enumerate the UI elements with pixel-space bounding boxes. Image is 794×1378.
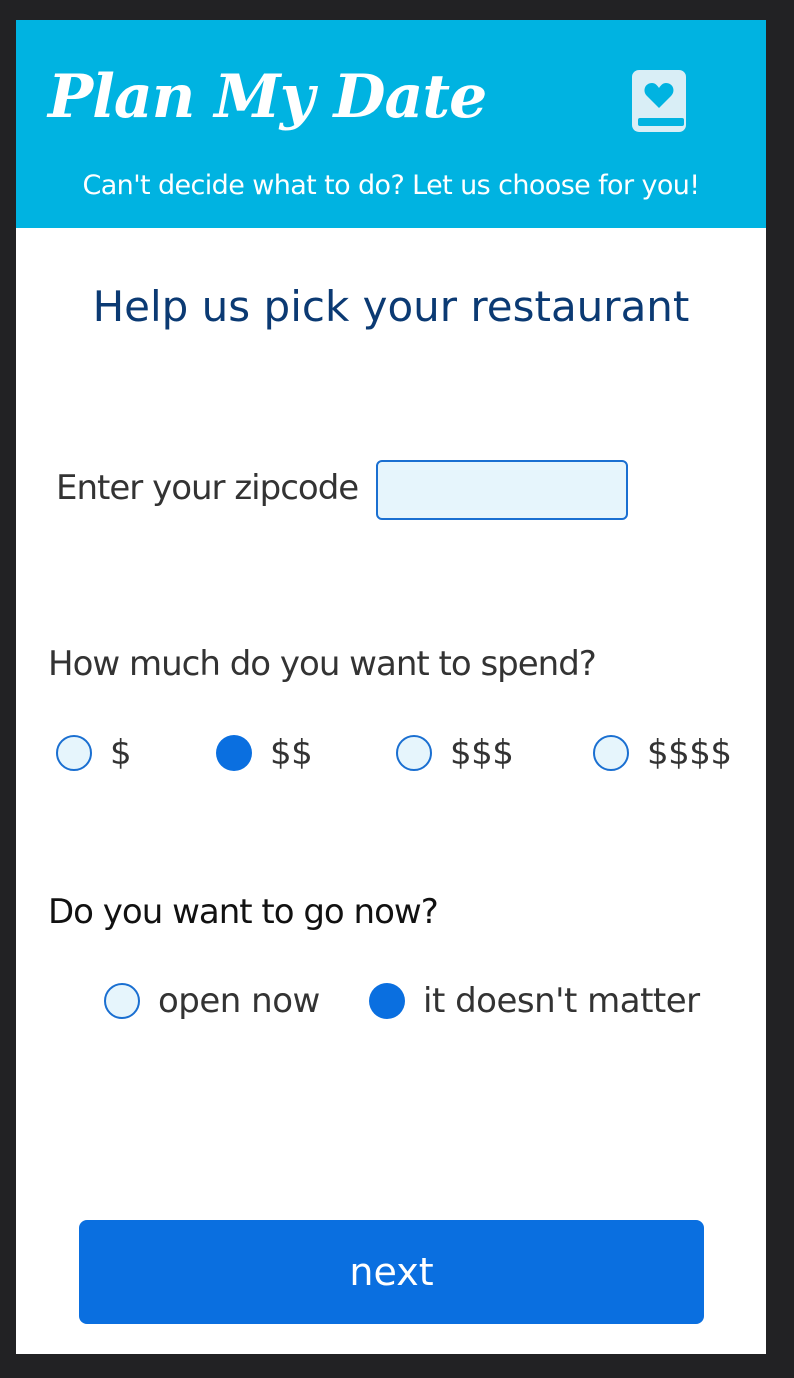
availability-option-label: it doesn't matter [423, 981, 700, 1021]
app-screen: Plan My Date Can't decide what to do? Le… [16, 20, 766, 1354]
radio-button-unselected[interactable] [593, 735, 629, 771]
spend-option-1[interactable]: $ [56, 733, 132, 773]
heart-book-icon [632, 70, 686, 132]
app-header: Plan My Date Can't decide what to do? Le… [16, 20, 766, 228]
availability-option-open-now[interactable]: open now [104, 981, 320, 1021]
availability-question: Do you want to go now? [48, 892, 439, 932]
availability-option-doesnt-matter[interactable]: it doesn't matter [369, 981, 700, 1021]
radio-button-selected[interactable] [216, 735, 252, 771]
next-button[interactable]: next [79, 1220, 704, 1324]
availability-option-label: open now [158, 981, 320, 1021]
zipcode-input[interactable] [376, 460, 628, 520]
radio-button-selected[interactable] [369, 983, 405, 1019]
radio-button-unselected[interactable] [56, 735, 92, 771]
spend-option-4[interactable]: $$$$ [593, 733, 732, 773]
tagline: Can't decide what to do? Let us choose f… [82, 170, 700, 201]
spend-option-3[interactable]: $$$ [396, 733, 514, 773]
page-title: Help us pick your restaurant [92, 282, 690, 331]
app-title: Plan My Date [48, 62, 487, 132]
spend-option-label: $$$ [450, 733, 514, 773]
radio-button-unselected[interactable] [396, 735, 432, 771]
radio-button-unselected[interactable] [104, 983, 140, 1019]
spend-option-label: $$ [270, 733, 313, 773]
spend-option-2[interactable]: $$ [216, 733, 313, 773]
spend-question: How much do you want to spend? [48, 644, 597, 684]
spend-option-label: $ [110, 733, 132, 773]
spend-option-label: $$$$ [647, 733, 732, 773]
zipcode-label: Enter your zipcode [56, 468, 359, 508]
